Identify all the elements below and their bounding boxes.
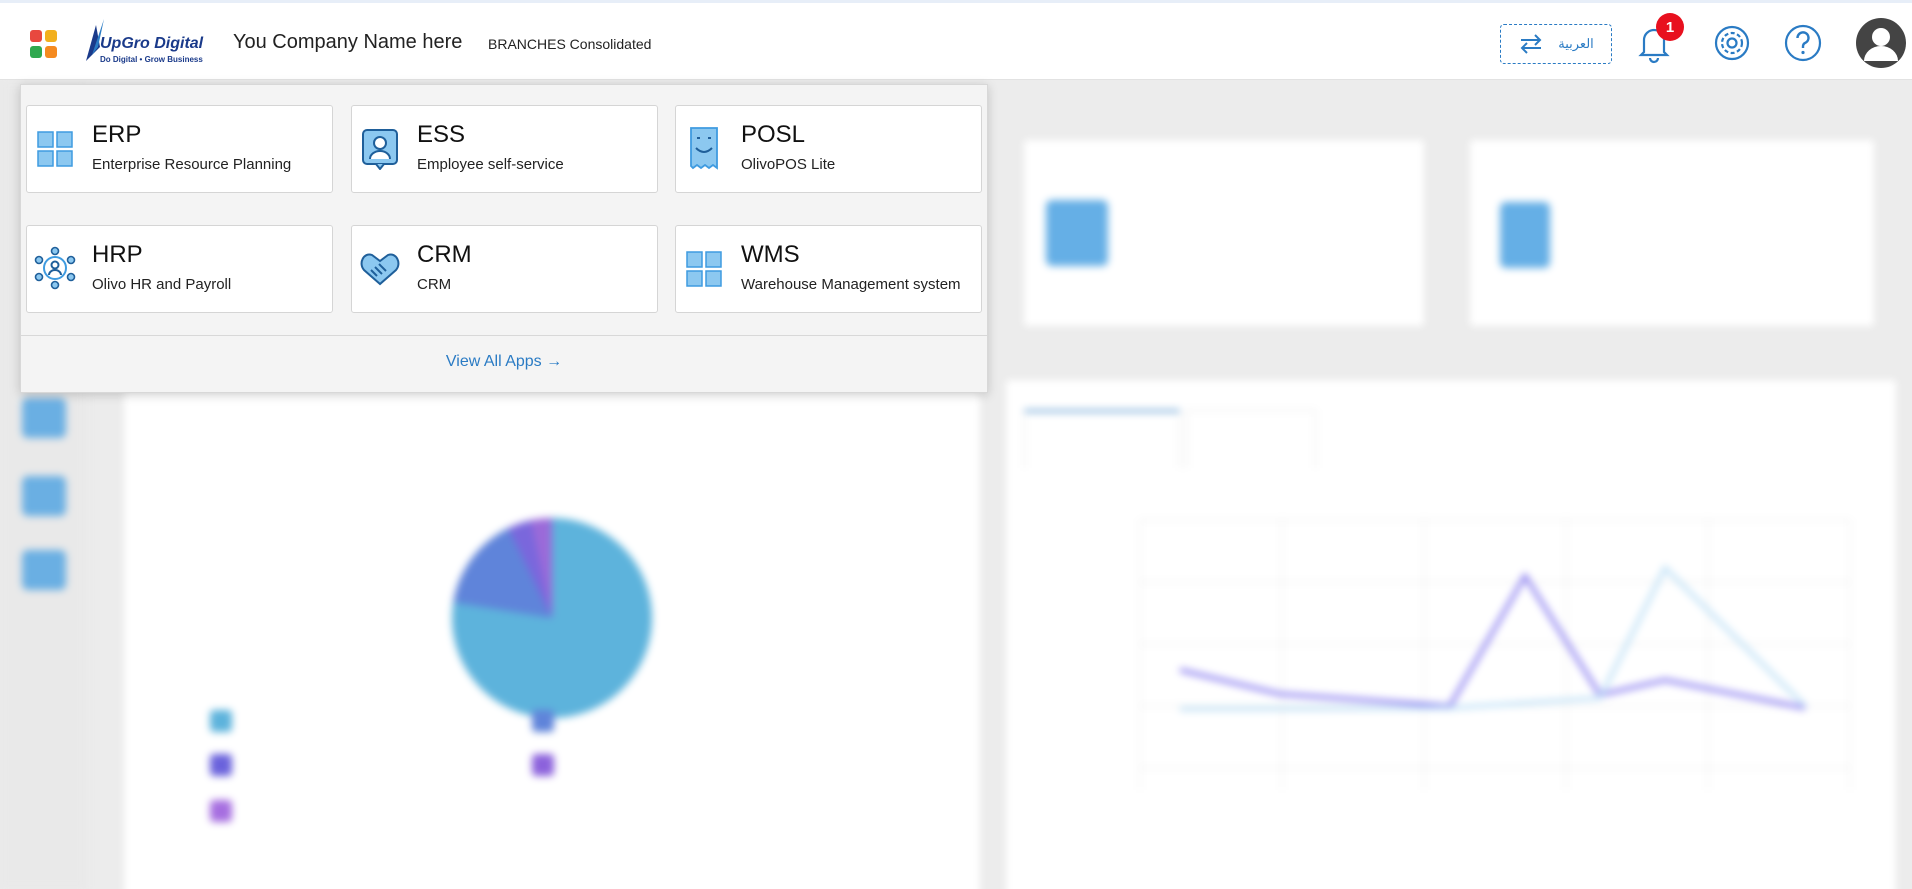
app-name: POSL	[741, 121, 806, 148]
app-tile-posl[interactable]: POSL OlivoPOS Lite	[675, 105, 982, 193]
app-description: Employee self-service	[417, 156, 564, 173]
chart-growth-icon	[1046, 200, 1108, 266]
app-description: CRM	[417, 276, 452, 293]
notification-badge: 1	[1656, 13, 1684, 41]
top-header: UpGro Digital Do Digital • Grow Business…	[0, 0, 1912, 80]
app-launcher-panel: ERP Enterprise Resource Planning ESS Emp…	[20, 84, 988, 393]
handshake-icon	[360, 253, 400, 286]
app-tile-hrp[interactable]: HRP Olivo HR and Payroll	[26, 225, 333, 313]
legend-swatch	[210, 800, 232, 822]
user-avatar-icon[interactable]	[1855, 17, 1907, 69]
app-name: CRM	[417, 241, 472, 268]
legend-swatch	[210, 710, 232, 732]
swap-icon	[1520, 34, 1542, 54]
app-tile-ess[interactable]: ESS Employee self-service	[351, 105, 658, 193]
help-icon[interactable]	[1783, 22, 1823, 64]
app-tile-crm[interactable]: CRM CRM	[351, 225, 658, 313]
app-description: Olivo HR and Payroll	[92, 276, 232, 293]
language-switch-button[interactable]: العربية	[1500, 24, 1612, 64]
top-customers-card	[124, 390, 980, 889]
view-all-apps-link[interactable]: View All Apps →	[21, 353, 987, 371]
legend-swatch	[532, 754, 554, 776]
app-tile-wms[interactable]: WMS Warehouse Management system	[675, 225, 982, 313]
app-name: HRP	[92, 241, 143, 268]
app-description: OlivoPOS Lite	[741, 156, 836, 173]
customers-pie	[452, 518, 652, 718]
app-name: WMS	[741, 241, 800, 268]
erp-grid-icon	[37, 131, 73, 167]
tab-sales-analysis	[1024, 410, 1180, 468]
language-label: العربية	[1558, 36, 1594, 51]
apps-grid-icon[interactable]	[30, 30, 58, 58]
company-name[interactable]: You Company Name here	[233, 31, 462, 54]
kpi-card	[1470, 140, 1874, 326]
app-tile-erp[interactable]: ERP Enterprise Resource Planning	[26, 105, 333, 193]
side-nav-icon	[22, 476, 66, 516]
receipt-icon	[690, 127, 718, 170]
kpi-card	[1024, 140, 1424, 326]
logo-tagline: Do Digital • Grow Business	[100, 55, 203, 64]
legend-swatch	[532, 710, 554, 732]
side-nav-icon	[22, 398, 66, 438]
warehouse-grid-icon	[686, 251, 722, 287]
settings-icon[interactable]	[1712, 22, 1752, 64]
app-description: Warehouse Management system	[741, 276, 961, 293]
hr-network-icon	[34, 246, 76, 290]
sales-line-chart	[1139, 519, 1851, 790]
legend-swatch	[210, 754, 232, 776]
employee-badge-icon	[362, 129, 398, 170]
tab-sales-table	[1186, 410, 1316, 468]
app-description: Enterprise Resource Planning	[92, 156, 292, 173]
divider	[21, 335, 987, 336]
app-name: ESS	[417, 121, 466, 148]
app-name: ERP	[92, 121, 142, 148]
logo-name: UpGro Digital	[100, 35, 204, 52]
branch-selector[interactable]: BRANCHES Consolidated	[488, 36, 651, 52]
document-icon	[1500, 202, 1550, 268]
side-nav-icon	[22, 550, 66, 590]
